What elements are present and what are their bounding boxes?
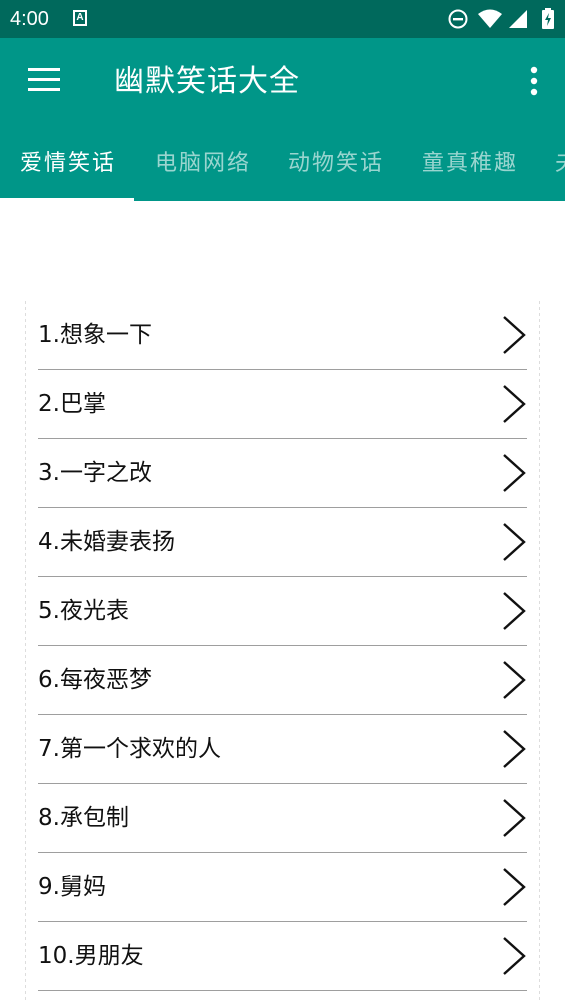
wifi-icon <box>478 9 502 28</box>
list-item-label: 4.未婚妻表扬 <box>38 529 175 555</box>
a-icon: A <box>73 10 87 26</box>
list-item-label: 10.男朋友 <box>38 943 144 969</box>
tab-childlike-fun[interactable]: 童真稚趣 <box>422 126 518 201</box>
list-item[interactable]: 8.承包制 <box>38 784 527 853</box>
tab-partial[interactable]: 夫 <box>555 126 565 201</box>
chevron-right-icon <box>503 868 526 906</box>
list-item[interactable]: 1.想象一下 <box>38 301 527 370</box>
list-item-label: 7.第一个求欢的人 <box>38 736 221 762</box>
status-bar: 4:00 A <box>0 0 565 38</box>
app-title: 幽默笑话大全 <box>114 64 300 99</box>
list-item[interactable]: 9.舅妈 <box>38 853 527 922</box>
chevron-right-icon <box>503 523 526 561</box>
battery-icon <box>542 8 554 29</box>
list-item-label: 8.承包制 <box>38 805 129 831</box>
list-item-label: 9.舅妈 <box>38 874 106 900</box>
list-item[interactable]: 7.第一个求欢的人 <box>38 715 527 784</box>
list-item[interactable]: 6.每夜恶梦 <box>38 646 527 715</box>
signal-icon <box>509 10 527 28</box>
tab-computer-network[interactable]: 电脑网络 <box>155 126 251 201</box>
list-item-label: 3.一字之改 <box>38 460 152 486</box>
menu-icon[interactable] <box>28 68 60 92</box>
more-vert-icon[interactable] <box>529 66 539 96</box>
tab-love-jokes[interactable]: 爱情笑话 <box>20 126 116 201</box>
screen: 4:00 A 幽默笑话大全 爱情笑话 电脑网络 动物笑话 童真稚趣 1.想象一下… <box>0 0 565 1004</box>
list-item-label: 1.想象一下 <box>38 322 152 348</box>
tab-indicator <box>0 198 134 201</box>
do-not-disturb-icon <box>448 9 468 29</box>
chevron-right-icon <box>503 661 526 699</box>
chevron-right-icon <box>503 316 526 354</box>
chevron-right-icon <box>503 592 526 630</box>
joke-list: 1.想象一下 2.巴掌 3.一字之改 4.未婚妻表扬 5.夜光表 6.每夜恶梦 … <box>38 301 527 991</box>
chevron-right-icon <box>503 454 526 492</box>
list-edge-right <box>539 301 540 1001</box>
list-item[interactable]: 10.男朋友 <box>38 922 527 991</box>
chevron-right-icon <box>503 385 526 423</box>
chevron-right-icon <box>503 937 526 975</box>
list-item[interactable]: 4.未婚妻表扬 <box>38 508 527 577</box>
tab-bar: 爱情笑话 电脑网络 动物笑话 童真稚趣 夫 <box>0 126 565 201</box>
chevron-right-icon <box>503 799 526 837</box>
list-item[interactable]: 5.夜光表 <box>38 577 527 646</box>
list-item-label: 5.夜光表 <box>38 598 129 624</box>
tab-animal-jokes[interactable]: 动物笑话 <box>288 126 384 201</box>
status-time: 4:00 <box>10 8 49 30</box>
list-edge-left <box>25 301 26 1001</box>
list-item-label: 2.巴掌 <box>38 391 106 417</box>
list-item[interactable]: 2.巴掌 <box>38 370 527 439</box>
chevron-right-icon <box>503 730 526 768</box>
status-icons <box>447 7 557 31</box>
list-item-label: 6.每夜恶梦 <box>38 667 152 693</box>
app-bar: 幽默笑话大全 <box>0 38 565 126</box>
list-item[interactable]: 3.一字之改 <box>38 439 527 508</box>
